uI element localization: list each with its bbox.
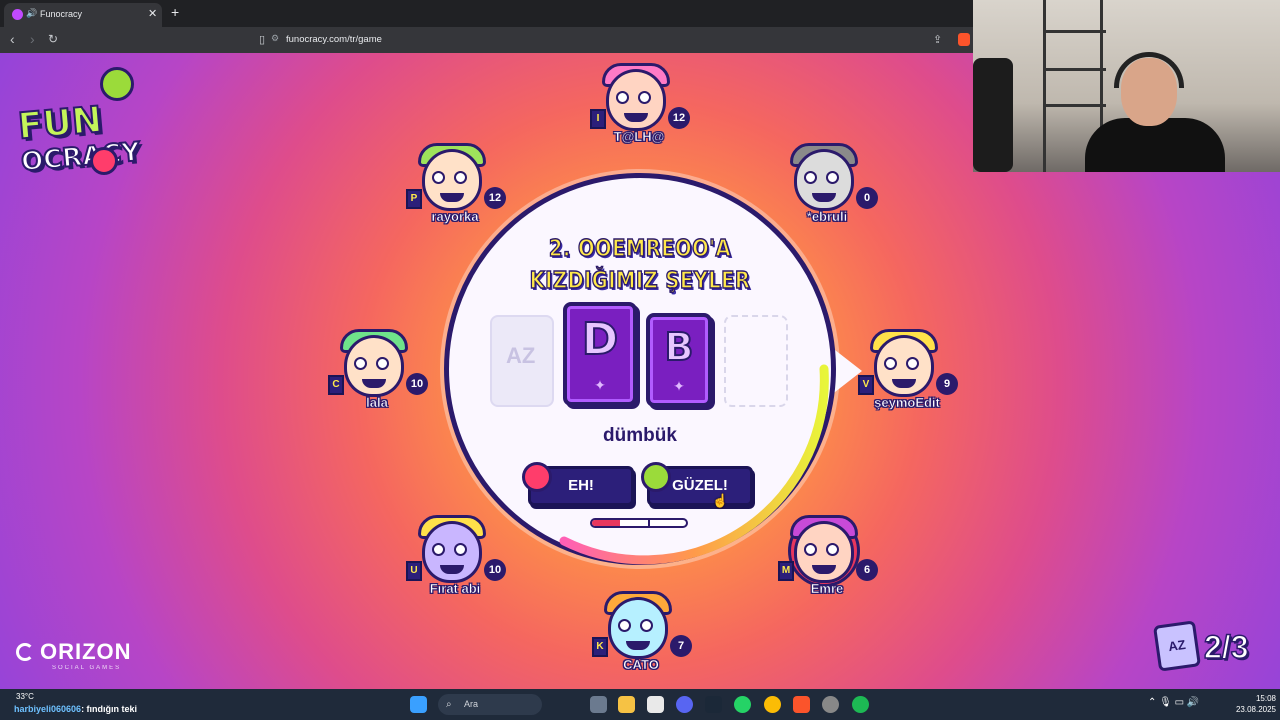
player-cato: K 7 CATO — [586, 591, 696, 681]
round-indicator: AZ 2/3 — [1152, 620, 1272, 673]
site-favicon-icon — [12, 9, 23, 20]
browser-tab[interactable]: 🔊 Funocracy ✕ — [4, 3, 162, 27]
sparkle-icon: ✦ — [594, 377, 606, 393]
discord-icon[interactable] — [676, 696, 693, 713]
file-explorer-icon[interactable] — [618, 696, 635, 713]
round-counter: 2/3 — [1203, 628, 1249, 666]
vote-meter-fill — [592, 520, 621, 526]
taskbar-clock[interactable]: 15:08 23.08.2025 — [1222, 693, 1276, 715]
reload-icon[interactable]: ↻ — [48, 32, 58, 46]
funocracy-logo: FUNOCRACY — [15, 67, 194, 178]
chat-username: harbiyeli060606 — [14, 704, 82, 714]
player-letter-badge: U — [406, 561, 422, 581]
hand-cursor-icon: ☝ — [712, 493, 729, 508]
player-score: 9 — [936, 373, 958, 395]
player-letter-badge: C — [328, 375, 344, 395]
task-view-icon[interactable] — [590, 696, 607, 713]
player-talha: I 12 T@LH@ — [584, 63, 694, 153]
letter-card-1: D ✦ — [563, 302, 637, 406]
answer-text: dümbük — [603, 425, 677, 446]
player-letter-badge: K — [592, 637, 608, 657]
player-name: Emre — [810, 581, 844, 597]
orizon-tagline: SOCIAL GAMES — [52, 665, 122, 671]
taskbar-apps: ⌕ Ara — [408, 689, 888, 720]
gaming-chair — [973, 58, 1013, 172]
headphones-icon — [1114, 52, 1184, 88]
player-score: 6 — [856, 559, 878, 581]
player-lala: C 10 lala — [322, 329, 432, 419]
brave-shield-icon[interactable] — [958, 33, 970, 46]
letter-card-2: B ✦ — [646, 313, 712, 407]
prompt-title: 2. OOEMREOO'A KIZDIĞIMIZ ŞEYLER — [500, 233, 780, 297]
orizon-wordmark: ORIZON — [40, 639, 132, 664]
vote-meter-marker — [648, 520, 650, 526]
orizon-ring-icon — [16, 643, 34, 661]
prompt-line-1: 2. OOEMREOO'A — [548, 235, 732, 263]
search-icon: ⌕ — [446, 699, 452, 710]
prompt-line-2: KIZDIĞIMIZ ŞEYLER — [529, 267, 751, 295]
player-score: 12 — [668, 107, 690, 129]
speaker-icon[interactable]: 🔊 — [26, 8, 37, 19]
brave-icon[interactable] — [793, 696, 810, 713]
new-tab-icon[interactable]: + — [171, 4, 179, 20]
player-letter-badge: I — [590, 109, 606, 129]
orizon-logo: ORIZON SOCIAL GAMES — [16, 639, 134, 675]
player-seymoedit: V 9 şeymoEdit — [852, 329, 962, 419]
card-letter: D — [581, 313, 620, 366]
whatsapp-icon[interactable] — [734, 696, 751, 713]
site-info-icon[interactable]: ⚙ — [271, 33, 279, 44]
stream-chat-line: harbiyeli060606: fındığın teki — [14, 704, 137, 714]
letter-shuffle-card[interactable]: AZ — [490, 315, 554, 407]
thumbs-up-icon — [641, 462, 671, 492]
spotify-icon[interactable] — [852, 696, 869, 713]
windows-start-icon[interactable] — [410, 696, 427, 713]
weather-widget[interactable]: 33°C — [16, 692, 34, 701]
letters-az-icon: AZ — [1153, 620, 1201, 672]
player-name: T@LH@ — [613, 129, 665, 145]
forward-icon[interactable]: › — [30, 31, 35, 47]
url-field[interactable]: ⚙ funocracy.com/tr/game — [271, 33, 382, 45]
share-icon[interactable]: ⇪ — [933, 33, 942, 46]
card-letter: B — [664, 324, 695, 370]
back-icon[interactable]: ‹ — [10, 31, 15, 47]
angry-face-icon — [522, 462, 552, 492]
player-name: lala — [366, 395, 388, 411]
windows-taskbar: 33°C harbiyeli060606: fındığın teki ⌕ Ar… — [0, 689, 1280, 720]
steam-icon[interactable] — [705, 696, 722, 713]
webcam-overlay — [973, 0, 1280, 172]
player-name: CATO — [623, 657, 659, 673]
streamer-body — [1085, 118, 1225, 172]
app-icon[interactable] — [822, 696, 839, 713]
url-text: funocracy.com/tr/game — [286, 34, 382, 45]
sparkle-icon: ✦ — [673, 378, 685, 394]
clock-date: 23.08.2025 — [1235, 705, 1276, 714]
tab-title: Funocracy — [40, 9, 83, 19]
bookmark-icon[interactable]: ▯ — [259, 33, 265, 46]
store-icon[interactable] — [647, 696, 664, 713]
taskbar-search[interactable]: ⌕ Ara — [438, 694, 542, 715]
player-score: 7 — [670, 635, 692, 657]
chrome-icon[interactable] — [764, 696, 781, 713]
shuffle-icon: AZ — [506, 343, 536, 368]
search-placeholder: Ara — [464, 699, 479, 709]
system-tray-icons[interactable]: ⌃ 🎙 ▭ 🔊 — [1148, 697, 1199, 708]
chat-message: : fındığın teki — [81, 704, 138, 714]
player-score: 10 — [406, 373, 428, 395]
player-name: Fırat abi — [429, 581, 481, 597]
angry-face-icon — [90, 147, 118, 175]
close-tab-icon[interactable]: ✕ — [148, 7, 157, 20]
empty-card-slot — [724, 315, 788, 407]
player-score: 0 — [856, 187, 878, 209]
clock-time: 15:08 — [1255, 694, 1276, 703]
player-letter-badge: P — [406, 189, 422, 209]
vote-meter — [590, 518, 688, 528]
